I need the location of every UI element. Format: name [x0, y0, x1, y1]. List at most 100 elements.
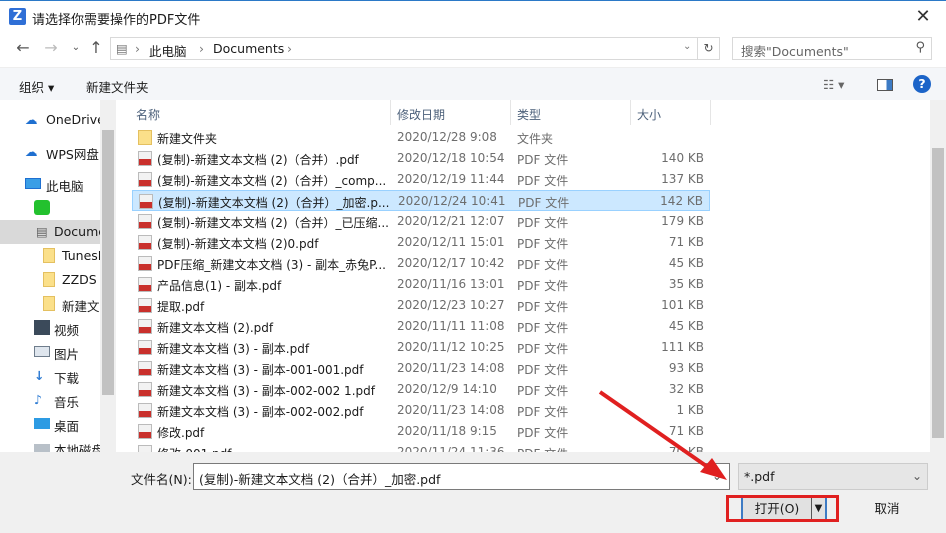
column-name[interactable]: 名称 [136, 106, 160, 123]
preview-pane-icon[interactable] [877, 79, 893, 91]
sidebar-item-wps[interactable]: ☁ WPS网盘 [0, 140, 100, 164]
file-name: (复制)-新建文本文档 (2)（合并）_已压缩... [157, 216, 389, 230]
window-title: 请选择你需要操作的PDF文件 [32, 13, 201, 28]
file-list-scroll-thumb[interactable] [932, 148, 944, 438]
recent-dropdown[interactable]: ⌄ [66, 38, 86, 58]
column-date[interactable]: 修改日期 [397, 106, 445, 123]
file-date: 2020/12/28 9:08 [397, 130, 497, 144]
file-type: PDF 文件 [518, 196, 570, 210]
file-row[interactable]: (复制)-新建文本文档 (2)（合并）_comp... 2020/12/19 1… [132, 169, 710, 190]
file-row[interactable]: (复制)-新建文本文档 (2)0.pdf 2020/12/11 15:01 PD… [132, 232, 710, 253]
help-icon[interactable]: ? [913, 75, 931, 93]
open-button[interactable]: 打开(O) [741, 498, 811, 519]
forward-button[interactable]: → [41, 38, 61, 58]
new-folder-button[interactable]: 新建文件夹 [86, 77, 149, 96]
file-type: PDF 文件 [517, 300, 569, 314]
file-size: 1 KB [676, 403, 704, 417]
desktop-icon [34, 418, 50, 429]
column-divider[interactable] [710, 100, 711, 125]
file-row[interactable]: 新建文本文档 (3) - 副本-001-001.pdf 2020/11/23 1… [132, 358, 710, 379]
file-type: PDF 文件 [517, 445, 568, 452]
address-bar[interactable]: ▤ › 此电脑 › Documents › ⌄ [110, 37, 698, 60]
column-type[interactable]: 类型 [517, 106, 541, 123]
file-date: 2020/12/17 10:42 [397, 256, 505, 270]
column-divider[interactable] [510, 100, 511, 125]
file-size: 71 KB [668, 424, 704, 438]
file-date: 2020/11/16 13:01 [397, 277, 505, 291]
file-row[interactable]: PDF压缩_新建文本文档 (3) - 副本_赤兔P... 2020/12/17 … [132, 253, 710, 274]
file-size: 137 KB [661, 172, 704, 186]
sidebar-item-pictures[interactable]: 图片 [0, 340, 100, 364]
sidebar-item-downloads[interactable]: ↓ 下载 [0, 364, 100, 388]
pdf-file-icon [138, 361, 152, 376]
pdf-file-icon [138, 277, 152, 292]
file-row[interactable]: 新建文本文档 (3) - 副本.pdf 2020/11/12 10:25 PDF… [132, 337, 710, 358]
view-options-icon[interactable]: ☷ ▾ [823, 77, 844, 92]
file-type: PDF 文件 [517, 174, 569, 188]
file-date: 2020/11/18 9:15 [397, 424, 497, 438]
file-type: PDF 文件 [517, 384, 569, 398]
pdf-file-icon [138, 382, 152, 397]
file-row[interactable]: 新建文本文档 (2).pdf 2020/11/11 11:08 PDF 文件 4… [132, 316, 710, 337]
download-icon: ↓ [34, 368, 45, 383]
filename-label: 文件名(N): [131, 472, 192, 487]
sidebar-item-videos[interactable]: 视频 [0, 316, 100, 340]
filename-dropdown-icon[interactable]: ⌄ [712, 469, 722, 483]
file-type-select[interactable]: *.pdf [738, 463, 928, 490]
file-row[interactable]: (复制)-新建文本文档 (2)（合并）_已压缩... 2020/12/21 12… [132, 211, 710, 232]
file-date: 2020/12/24 10:41 [398, 194, 506, 208]
sidebar-item-documents[interactable]: ▤Documents [0, 220, 100, 244]
pdf-file-icon [138, 403, 152, 418]
pdf-file-icon [138, 256, 152, 271]
column-divider[interactable] [390, 100, 391, 125]
search-icon[interactable]: ⚲ [915, 40, 925, 55]
sidebar-item-folder[interactable]: ZZDS [0, 268, 100, 292]
file-row[interactable]: 产品信息(1) - 副本.pdf 2020/11/16 13:01 PDF 文件… [132, 274, 710, 295]
refresh-button[interactable]: ↻ [698, 37, 720, 60]
file-row[interactable]: 提取.pdf 2020/12/23 10:27 PDF 文件 101 KB [132, 295, 710, 316]
address-dropdown-icon[interactable]: ⌄ [683, 41, 691, 52]
title-bar: Z 请选择你需要操作的PDF文件 ✕ [0, 0, 946, 32]
cancel-button[interactable]: 取消 [852, 498, 922, 519]
file-name: 新建文本文档 (2).pdf [157, 321, 274, 335]
sidebar-item-onedrive[interactable]: ☁ OneDrive [0, 108, 100, 132]
sidebar-item-this-pc[interactable]: 此电脑 [0, 172, 100, 196]
file-row[interactable]: (复制)-新建文本文档 (2)（合并）_加密.p... 2020/12/24 1… [132, 190, 710, 211]
sidebar-item-app[interactable] [0, 196, 100, 220]
column-divider[interactable] [630, 100, 631, 125]
file-row[interactable]: (复制)-新建文本文档 (2)（合并）.pdf 2020/12/18 10:54… [132, 148, 710, 169]
search-input[interactable]: 搜索"Documents" ⚲ [732, 37, 932, 60]
file-type: PDF 文件 [517, 405, 569, 419]
filename-input[interactable]: (复制)-新建文本文档 (2)（合并）_加密.pdf [193, 463, 730, 490]
sidebar-item-desktop[interactable]: 桌面 [0, 412, 100, 436]
file-name: (复制)-新建文本文档 (2)（合并）_comp... [157, 174, 387, 188]
file-row[interactable]: 修改.pdf 2020/11/18 9:15 PDF 文件 71 KB [132, 421, 710, 442]
sidebar-scroll-thumb[interactable] [102, 130, 114, 395]
file-name: PDF压缩_新建文本文档 (3) - 副本_赤兔P... [157, 258, 386, 272]
sidebar-item-music[interactable]: ♪ 音乐 [0, 388, 100, 412]
column-size[interactable]: 大小 [637, 106, 661, 123]
file-row[interactable]: 修改-001.pdf 2020/11/24 11:36 PDF 文件 70 KB [132, 442, 710, 452]
file-date: 2020/11/11 11:08 [397, 319, 505, 333]
computer-icon [25, 178, 41, 189]
back-button[interactable]: ← [13, 38, 33, 58]
open-options-dropdown[interactable]: ▼ [811, 498, 827, 519]
organize-button[interactable]: 组织 ▾ [19, 77, 54, 96]
file-row[interactable]: 新建文本文档 (3) - 副本-002-002 1.pdf 2020/12/9 … [132, 379, 710, 400]
file-row[interactable]: 新建文件夹 2020/12/28 9:08 文件夹 [132, 127, 710, 148]
up-button[interactable]: ↑ [86, 38, 106, 58]
breadcrumb-this-pc[interactable]: 此电脑 [149, 41, 187, 60]
chevron-down-icon[interactable]: ⌄ [912, 469, 922, 483]
close-button[interactable]: ✕ [905, 5, 941, 29]
document-icon: ▤ [116, 41, 128, 56]
file-name: 新建文本文档 (3) - 副本-002-002 1.pdf [157, 384, 375, 398]
sidebar-item-folder[interactable]: TunesKit [0, 244, 100, 268]
sidebar-item-folder[interactable]: 新建文件夹 [0, 292, 100, 316]
file-date: 2020/11/12 10:25 [397, 340, 505, 354]
breadcrumb-documents[interactable]: Documents [213, 41, 284, 56]
file-date: 2020/11/24 11:36 [397, 445, 505, 452]
file-row[interactable]: 新建文本文档 (3) - 副本-002-002.pdf 2020/11/23 1… [132, 400, 710, 421]
file-name: 新建文本文档 (3) - 副本.pdf [157, 342, 310, 356]
folder-icon [43, 248, 55, 263]
file-name: 修改.pdf [157, 426, 205, 440]
